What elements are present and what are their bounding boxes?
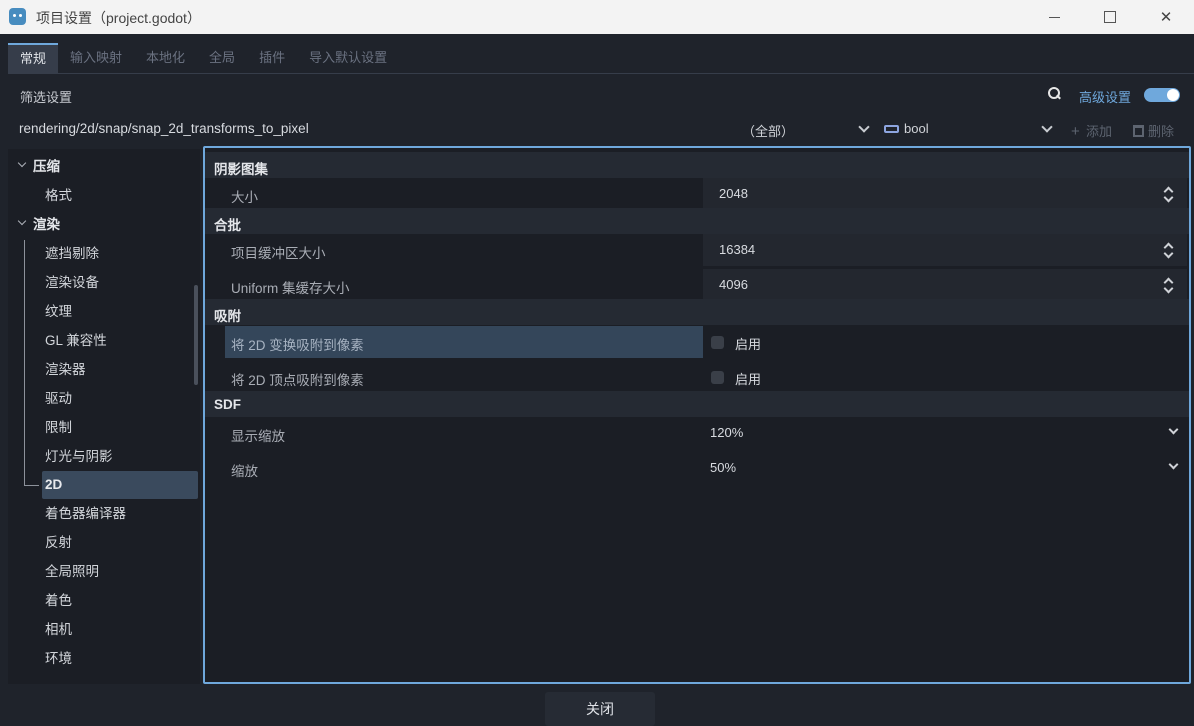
expand-arrow-icon[interactable] [17,158,27,168]
property-path-input[interactable]: rendering/2d/snap/snap_2d_transforms_to_… [19,121,309,136]
setting-label: 缩放 [231,464,258,479]
title-bar: 项目设置（project.godot） ✕ [0,0,1194,34]
delete-button[interactable]: 删除 [1133,121,1174,140]
close-button[interactable]: 关闭 [545,692,655,726]
feature-select[interactable]: （全部） [742,121,872,140]
godot-icon [9,8,26,25]
chevron-down-icon [1041,121,1053,133]
tree-guide-line [24,240,25,485]
tab-import-defaults[interactable]: 导入默认设置 [297,43,399,73]
tree-item-occlusion-culling[interactable]: 遮挡剔除 [45,240,99,268]
setting-value[interactable]: 4096 [719,277,748,292]
setting-label: 显示缩放 [231,429,285,444]
section-sdf[interactable]: SDF [205,391,1189,417]
add-button[interactable]: + 添加 [1071,121,1112,140]
tree-item-limits[interactable]: 限制 [45,414,72,442]
dropdown-value[interactable]: 120% [710,425,743,440]
advanced-settings-label[interactable]: 高级设置 [1079,87,1131,106]
tab-input-map[interactable]: 输入映射 [58,43,134,73]
trash-icon [1133,125,1144,137]
section-title: 吸附 [214,309,241,324]
tree-item-gl-compatibility[interactable]: GL 兼容性 [45,327,107,355]
tree-item-shader-compiler[interactable]: 着色器编译器 [45,500,126,528]
dropdown-value[interactable]: 50% [710,460,736,475]
plus-icon: + [1071,123,1080,140]
section-batching[interactable]: 合批 [205,208,1189,234]
setting-label: 将 2D 顶点吸附到像素 [231,373,364,388]
tree-item-rendering-device[interactable]: 渲染设备 [45,269,99,297]
spin-arrows-icon[interactable] [1163,277,1173,293]
type-select[interactable]: bool [904,121,929,136]
setting-row: 项目缓冲区大小 16384 [205,233,1189,267]
setting-label: 大小 [231,190,258,205]
checkbox-label[interactable]: 启用 [735,334,761,353]
setting-row: Uniform 集缓存大小 4096 [205,268,1189,302]
settings-tree: 压缩 格式 渲染 遮挡剔除 渲染设备 纹理 GL 兼容性 渲染器 驱动 限制 灯… [8,149,200,684]
number-spinbox[interactable] [703,234,1187,266]
search-icon [1047,86,1061,100]
setting-row: 缩放 50% [205,451,1189,485]
number-spinbox[interactable] [703,178,1187,210]
spin-arrows-icon[interactable] [1163,186,1173,202]
tree-item-textures[interactable]: 纹理 [45,298,72,326]
tree-category-rendering[interactable]: 渲染 [33,211,60,239]
tree-item-reflections[interactable]: 反射 [45,529,72,557]
tree-item-lights-and-shadows[interactable]: 灯光与阴影 [45,443,113,471]
setting-label: 将 2D 变换吸附到像素 [231,338,364,353]
setting-row: 大小 2048 [205,177,1189,211]
tab-divider [8,73,1194,74]
tree-item-shading[interactable]: 着色 [45,587,72,615]
tree-item-2d[interactable]: 2D [45,471,62,499]
tab-bar: 常规 输入映射 本地化 全局 插件 导入默认设置 [8,43,399,73]
window-title: 项目设置（project.godot） [36,10,201,26]
delete-label: 删除 [1148,124,1175,139]
tree-item-global-illumination[interactable]: 全局照明 [45,558,99,586]
setting-row: 显示缩放 120% [205,416,1189,450]
settings-inspector: 阴影图集 大小 2048 合批 项目缓冲区大小 16384 Uniform 集缓… [203,146,1191,684]
tab-general[interactable]: 常规 [8,43,59,73]
tab-localization[interactable]: 本地化 [134,43,197,73]
tree-item-formats[interactable]: 格式 [45,182,72,210]
tree-item-camera[interactable]: 相机 [45,616,72,644]
setting-value[interactable]: 2048 [719,186,748,201]
section-title: 合批 [214,218,241,233]
number-spinbox[interactable] [703,269,1187,301]
setting-row: 将 2D 顶点吸附到像素 启用 [205,360,1189,394]
tree-scrollbar[interactable] [194,285,198,385]
section-title: SDF [214,397,241,412]
maximize-button[interactable] [1082,0,1138,34]
tab-plugins[interactable]: 插件 [247,43,297,73]
chevron-down-icon[interactable] [1168,459,1179,470]
add-label: 添加 [1086,124,1113,139]
tree-selection-highlight [42,471,198,499]
setting-row-selected[interactable]: 将 2D 变换吸附到像素 启用 [205,325,1189,359]
setting-label: Uniform 集缓存大小 [231,281,350,296]
tree-item-driver[interactable]: 驱动 [45,385,72,413]
checkbox-label[interactable]: 启用 [735,369,761,388]
advanced-settings-toggle[interactable] [1144,88,1180,102]
tree-item-environment[interactable]: 环境 [45,645,72,673]
spin-arrows-icon[interactable] [1163,242,1173,258]
enable-checkbox[interactable] [711,336,724,349]
section-shadow-atlas[interactable]: 阴影图集 [205,152,1189,178]
tree-category-compression[interactable]: 压缩 [33,153,60,181]
section-snap[interactable]: 吸附 [205,299,1189,325]
setting-label: 项目缓冲区大小 [231,246,326,261]
close-window-button[interactable]: ✕ [1138,0,1194,34]
tab-globals[interactable]: 全局 [197,43,247,73]
filter-settings-input[interactable]: 筛选设置 [20,87,72,106]
setting-value[interactable]: 16384 [719,242,755,257]
minimize-button[interactable] [1026,0,1082,34]
tree-item-renderer[interactable]: 渲染器 [45,356,86,384]
bool-type-icon [884,125,899,133]
expand-arrow-icon[interactable] [17,216,27,226]
tree-guide-branch [24,485,39,486]
section-title: 阴影图集 [214,162,268,177]
enable-checkbox[interactable] [711,371,724,384]
chevron-down-icon[interactable] [1168,424,1179,435]
